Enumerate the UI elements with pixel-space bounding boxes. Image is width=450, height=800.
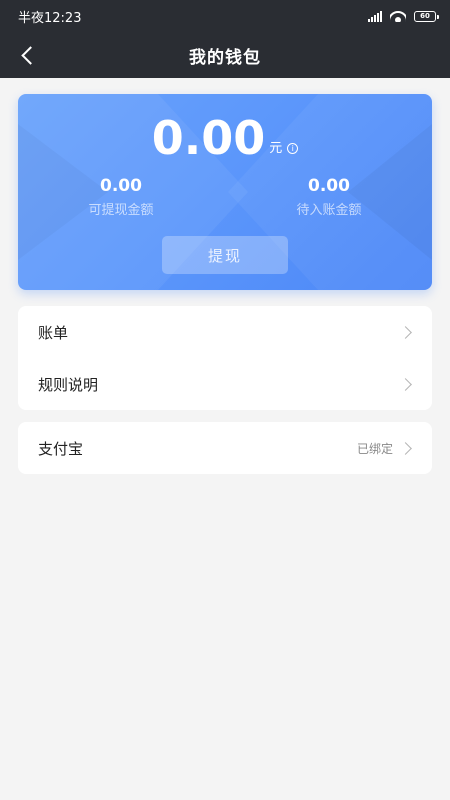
bill-label: 账单	[38, 323, 69, 342]
alipay-row[interactable]: 支付宝 已绑定	[18, 422, 432, 474]
chevron-right-icon	[399, 377, 412, 391]
top-bar: 半夜12:23 60 我的钱包	[0, 0, 450, 78]
status-icons: 60	[368, 10, 439, 22]
withdrawable-value: 0.00	[100, 176, 142, 196]
status-time: 半夜12:23	[18, 10, 82, 26]
pending-label: 待入账金额	[296, 203, 362, 218]
wallet-card: 0.00 元 i 0.00 可提现金额 0.00 待入账金额 提现	[18, 94, 432, 290]
rules-row[interactable]: 规则说明	[18, 358, 432, 410]
alipay-status: 已绑定	[356, 441, 393, 456]
info-icon[interactable]: i	[287, 143, 299, 154]
pending-amount: 0.00 待入账金额	[259, 176, 399, 218]
withdrawable-amount: 0.00 可提现金额	[51, 176, 191, 218]
total-balance: 0.00 元 i	[18, 112, 432, 164]
chevron-right-icon	[399, 325, 412, 339]
signal-icon	[368, 10, 382, 22]
currency-unit: 元	[269, 141, 283, 156]
menu-group-main: 账单 规则说明	[18, 306, 432, 410]
withdraw-button[interactable]: 提现	[162, 236, 288, 274]
rules-label: 规则说明	[38, 375, 99, 394]
battery-icon: 60	[414, 10, 439, 22]
page-title: 我的钱包	[189, 47, 261, 68]
bill-row[interactable]: 账单	[18, 306, 432, 358]
chevron-right-icon	[399, 441, 412, 455]
menu-group-payment: 支付宝 已绑定	[18, 422, 432, 474]
wifi-icon	[390, 10, 406, 22]
nav-bar: 我的钱包	[0, 32, 450, 78]
withdrawable-label: 可提现金额	[88, 203, 154, 218]
pending-value: 0.00	[308, 176, 350, 196]
back-arrow-icon[interactable]	[16, 42, 42, 68]
total-balance-value: 0.00	[151, 111, 266, 165]
status-bar: 半夜12:23 60	[0, 0, 450, 32]
alipay-label: 支付宝	[38, 439, 84, 458]
